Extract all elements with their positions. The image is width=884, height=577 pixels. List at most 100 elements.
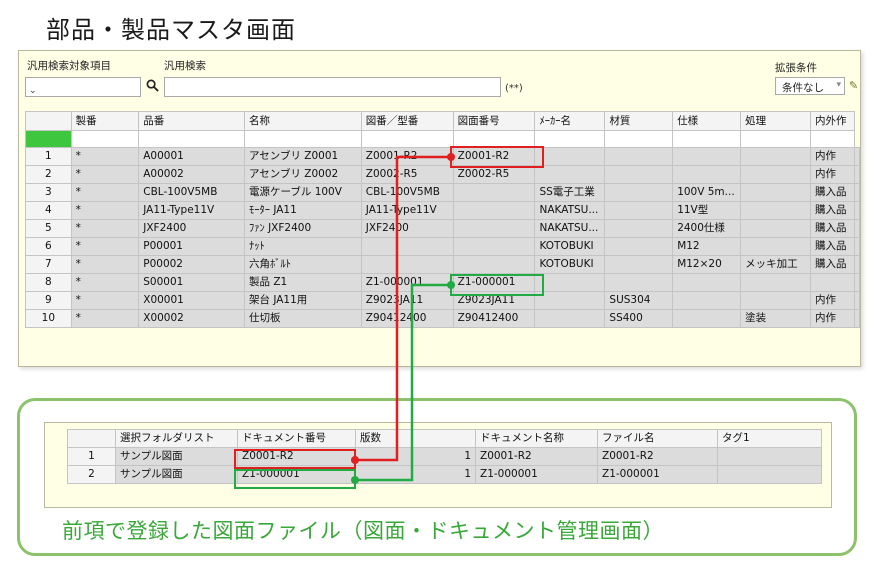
table-cell-docname[interactable]: Z1-000001 bbox=[475, 465, 598, 484]
filter-cell[interactable] bbox=[243, 130, 362, 148]
table-cell-process[interactable] bbox=[740, 219, 811, 238]
table-cell-hinban[interactable]: JA11-Type11V bbox=[138, 201, 245, 220]
column-header[interactable]: ﾒｰｶｰ名 bbox=[534, 111, 606, 131]
table-cell-maker[interactable] bbox=[534, 147, 606, 166]
table-cell-hinban[interactable]: S00001 bbox=[138, 273, 245, 292]
table-cell-name[interactable]: ﾌｧﾝ JXF2400 bbox=[243, 219, 362, 238]
column-header[interactable]: 仕様 bbox=[672, 111, 742, 131]
table-cell-tag[interactable] bbox=[717, 465, 822, 484]
table-cell-maker[interactable]: NAKATSU... bbox=[534, 219, 606, 238]
table-cell-maker[interactable]: KOTOBUKI bbox=[534, 237, 606, 256]
column-header[interactable]: 処理 bbox=[740, 111, 811, 131]
table-cell-folder[interactable]: サンプル図面 bbox=[115, 465, 238, 484]
table-cell-zuban[interactable] bbox=[360, 237, 454, 256]
table-row[interactable]: 1 * A00001 アセンブリ Z0001 Z0001-R2 Z0001-R2 内作 bbox=[25, 147, 860, 166]
table-cell-file[interactable]: Z0001-R2 bbox=[597, 447, 718, 466]
filter-cell[interactable] bbox=[810, 130, 855, 148]
column-header[interactable]: ドキュメント名称 bbox=[475, 429, 598, 448]
table-cell-process[interactable]: 塗装 bbox=[740, 309, 811, 328]
column-header[interactable]: 図面番号 bbox=[452, 111, 536, 131]
table-cell-extra[interactable] bbox=[854, 165, 860, 184]
table-cell-zuban[interactable]: Z9023JA11 bbox=[360, 291, 454, 310]
extended-condition-select[interactable]: 条件なし ▾ bbox=[775, 77, 845, 95]
table-cell-name[interactable]: 仕切板 bbox=[243, 309, 362, 328]
table-cell-zumen[interactable] bbox=[452, 219, 536, 238]
table-cell-spec[interactable]: 11V型 bbox=[672, 201, 742, 220]
table-cell-seiban[interactable]: * bbox=[70, 147, 140, 166]
table-cell-seiban[interactable]: * bbox=[70, 291, 140, 310]
table-cell-spec[interactable] bbox=[672, 147, 742, 166]
table-cell-extra[interactable] bbox=[854, 309, 860, 328]
table-cell-inout[interactable] bbox=[810, 273, 855, 292]
table-cell-process[interactable] bbox=[740, 147, 811, 166]
table-cell-process[interactable] bbox=[740, 291, 811, 310]
table-row[interactable]: 4 * JA11-Type11V ﾓｰﾀｰ JA11 JA11-Type11V NAKAT… bbox=[25, 201, 860, 220]
table-row[interactable]: 2 サンプル図面 Z1-000001 1 Z1-000001 Z1-000001 bbox=[67, 465, 822, 484]
table-cell-seiban[interactable]: * bbox=[70, 309, 140, 328]
table-cell-zumen[interactable] bbox=[452, 237, 536, 256]
filter-cell[interactable] bbox=[534, 130, 606, 148]
table-cell-seiban[interactable]: * bbox=[70, 183, 140, 202]
table-cell-hinban[interactable]: X00001 bbox=[138, 291, 245, 310]
table-cell-zuban[interactable]: JA11-Type11V bbox=[360, 201, 454, 220]
filter-cell[interactable] bbox=[672, 130, 742, 148]
table-cell-zuban[interactable]: Z90412400 bbox=[360, 309, 454, 328]
table-cell-maker[interactable]: NAKATSU... bbox=[534, 201, 606, 220]
table-cell-process[interactable]: メッキ加工 bbox=[740, 255, 811, 274]
table-row[interactable]: 5 * JXF2400 ﾌｧﾝ JXF2400 JXF2400 NAKATSU... 240… bbox=[25, 219, 860, 238]
table-cell-maker[interactable]: SS電子工業 bbox=[534, 183, 606, 202]
table-cell-name[interactable]: 架台 JA11用 bbox=[243, 291, 362, 310]
table-cell-inout[interactable]: 購入品 bbox=[810, 201, 855, 220]
table-cell-material[interactable] bbox=[604, 255, 674, 274]
table-cell-file[interactable]: Z1-000001 bbox=[597, 465, 718, 484]
table-cell-extra[interactable] bbox=[854, 219, 860, 238]
table-cell-material[interactable] bbox=[604, 183, 674, 202]
table-cell-hinban[interactable]: P00001 bbox=[138, 237, 245, 256]
table-cell-zumen[interactable] bbox=[452, 255, 536, 274]
table-cell-name[interactable]: 電源ケーブル 100V bbox=[243, 183, 362, 202]
search-input[interactable] bbox=[164, 77, 501, 97]
column-header[interactable]: 選択フォルダリスト bbox=[115, 429, 238, 448]
table-cell-name[interactable]: ﾓｰﾀｰ JA11 bbox=[243, 201, 362, 220]
table-cell-inout[interactable]: 内作 bbox=[810, 147, 855, 166]
table-cell-zumen[interactable]: Z0001-R2 bbox=[452, 147, 536, 166]
table-cell-name[interactable]: 製品 Z1 bbox=[243, 273, 362, 292]
table-cell-spec[interactable]: 2400仕様 bbox=[672, 219, 742, 238]
table-cell-seiban[interactable]: * bbox=[70, 237, 140, 256]
table-cell-rev[interactable]: 1 bbox=[355, 447, 476, 466]
table-cell-docno[interactable]: Z1-000001 bbox=[237, 465, 356, 484]
table-cell-inout[interactable]: 購入品 bbox=[810, 219, 855, 238]
table-cell-zuban[interactable]: Z0002-R5 bbox=[360, 165, 454, 184]
filter-cell[interactable] bbox=[138, 130, 245, 148]
column-header[interactable]: 版数 bbox=[355, 429, 476, 448]
table-cell-zuban[interactable]: Z0001-R2 bbox=[360, 147, 454, 166]
table-cell-material[interactable] bbox=[604, 237, 674, 256]
table-cell-zumen[interactable]: Z9023JA11 bbox=[452, 291, 536, 310]
table-row[interactable]: 6 * P00001 ﾅｯﾄ KOTOBUKI M12 購入品 bbox=[25, 237, 860, 256]
table-cell-process[interactable] bbox=[740, 201, 811, 220]
column-header[interactable]: 内外作 bbox=[810, 111, 855, 131]
table-cell-inout[interactable]: 購入品 bbox=[810, 255, 855, 274]
table-cell-extra[interactable] bbox=[854, 201, 860, 220]
table-cell-spec[interactable] bbox=[672, 291, 742, 310]
table-cell-process[interactable] bbox=[740, 183, 811, 202]
table-cell-extra[interactable] bbox=[854, 183, 860, 202]
table-cell-hinban[interactable]: A00001 bbox=[138, 147, 245, 166]
table-cell-hinban[interactable]: CBL-100V5MB bbox=[138, 183, 245, 202]
table-cell-name[interactable]: アセンブリ Z0001 bbox=[243, 147, 362, 166]
table-cell-spec[interactable] bbox=[672, 309, 742, 328]
filter-cell[interactable] bbox=[360, 130, 454, 148]
table-cell-hinban[interactable]: A00002 bbox=[138, 165, 245, 184]
table-cell-inout[interactable]: 内作 bbox=[810, 165, 855, 184]
table-cell-zuban[interactable]: CBL-100V5MB bbox=[360, 183, 454, 202]
column-header[interactable]: ドキュメント番号 bbox=[237, 429, 356, 448]
table-row[interactable]: 7 * P00002 六角ﾎﾞﾙﾄ KOTOBUKI M12×20 メッキ加工 購入品 bbox=[25, 255, 860, 274]
table-cell-material[interactable] bbox=[604, 201, 674, 220]
table-cell-inout[interactable]: 購入品 bbox=[810, 183, 855, 202]
table-cell-zumen[interactable] bbox=[452, 183, 536, 202]
column-header[interactable]: 材質 bbox=[604, 111, 674, 131]
table-cell-material[interactable] bbox=[604, 273, 674, 292]
table-cell-process[interactable] bbox=[740, 237, 811, 256]
table-row[interactable]: 1 サンプル図面 Z0001-R2 1 Z0001-R2 Z0001-R2 bbox=[67, 447, 822, 466]
table-cell-extra[interactable] bbox=[854, 291, 860, 310]
